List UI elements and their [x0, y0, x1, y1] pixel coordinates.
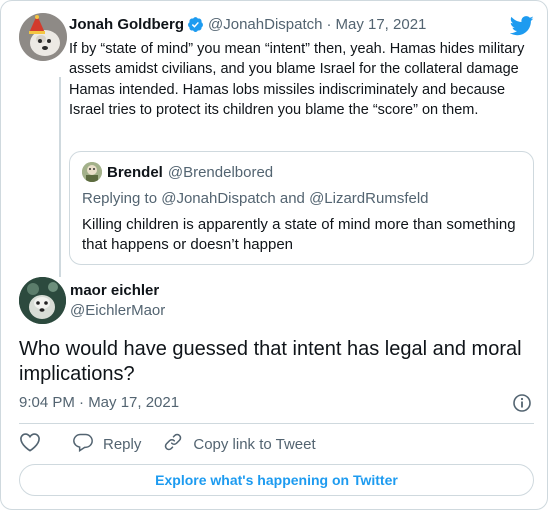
quoted-author-handle: @Brendelbored — [167, 163, 274, 181]
twitter-bird-icon[interactable] — [509, 16, 534, 41]
link-icon — [163, 432, 193, 456]
tweet-embed-card: Jonah Goldberg @JonahDispatch · May 17, … — [0, 0, 548, 510]
parent-tweet-date[interactable]: May 17, 2021 — [335, 16, 426, 33]
parent-tweet-text: If by “state of mind” you mean “intent” … — [69, 41, 525, 118]
thread-line — [59, 77, 61, 277]
quoted-tweet[interactable]: Brendel @Brendelbored Replying to @Jonah… — [69, 151, 534, 265]
tweet-timestamp[interactable]: 9:04 PM · May 17, 2021 — [19, 394, 179, 411]
verified-badge-icon — [187, 16, 204, 33]
parent-author-handle[interactable]: @JonahDispatch — [208, 16, 322, 33]
main-tweet-text: Who would have guessed that intent has l… — [19, 338, 522, 385]
copy-link-button[interactable]: Copy link to Tweet — [163, 432, 316, 456]
explore-twitter-button[interactable]: Explore what's happening on Twitter — [19, 464, 534, 496]
info-icon[interactable] — [512, 393, 532, 418]
replying-to-line: Replying to @JonahDispatch and @LizardRu… — [82, 190, 521, 207]
heart-icon — [19, 432, 41, 456]
separator-dot: · — [326, 15, 332, 33]
mention-lizardrumsfeld: @LizardRumsfeld — [309, 190, 429, 207]
replying-to-prefix: Replying to — [82, 190, 158, 207]
quoted-tweet-text: Killing children is apparently a state o… — [82, 216, 516, 253]
main-author-handle[interactable]: @EichlerMaor — [70, 302, 165, 319]
quoted-tweet-header: Brendel @Brendelbored — [82, 162, 521, 182]
divider — [19, 423, 534, 424]
parent-avatar[interactable] — [19, 13, 67, 61]
reply-label: Reply — [103, 435, 142, 453]
replying-to-and: and — [279, 190, 305, 207]
like-button[interactable] — [19, 432, 41, 456]
quoted-author-name: Brendel — [107, 163, 163, 181]
main-author-name[interactable]: maor eichler — [70, 282, 159, 299]
parent-author-name[interactable]: Jonah Goldberg — [69, 16, 184, 33]
parent-tweet-header: Jonah Goldberg @JonahDispatch · May 17, … — [69, 13, 534, 35]
parent-tweet-body: Jonah Goldberg @JonahDispatch · May 17, … — [69, 13, 534, 265]
copy-link-label: Copy link to Tweet — [193, 435, 316, 453]
main-author-avatar[interactable] — [19, 277, 66, 324]
speech-bubble-icon — [73, 432, 103, 456]
quoted-author-avatar — [82, 162, 102, 182]
tweet-actions: Reply Copy link to Tweet — [19, 433, 338, 455]
mention-jonahdispatch: @JonahDispatch — [161, 190, 276, 207]
reply-button[interactable]: Reply — [73, 432, 141, 456]
